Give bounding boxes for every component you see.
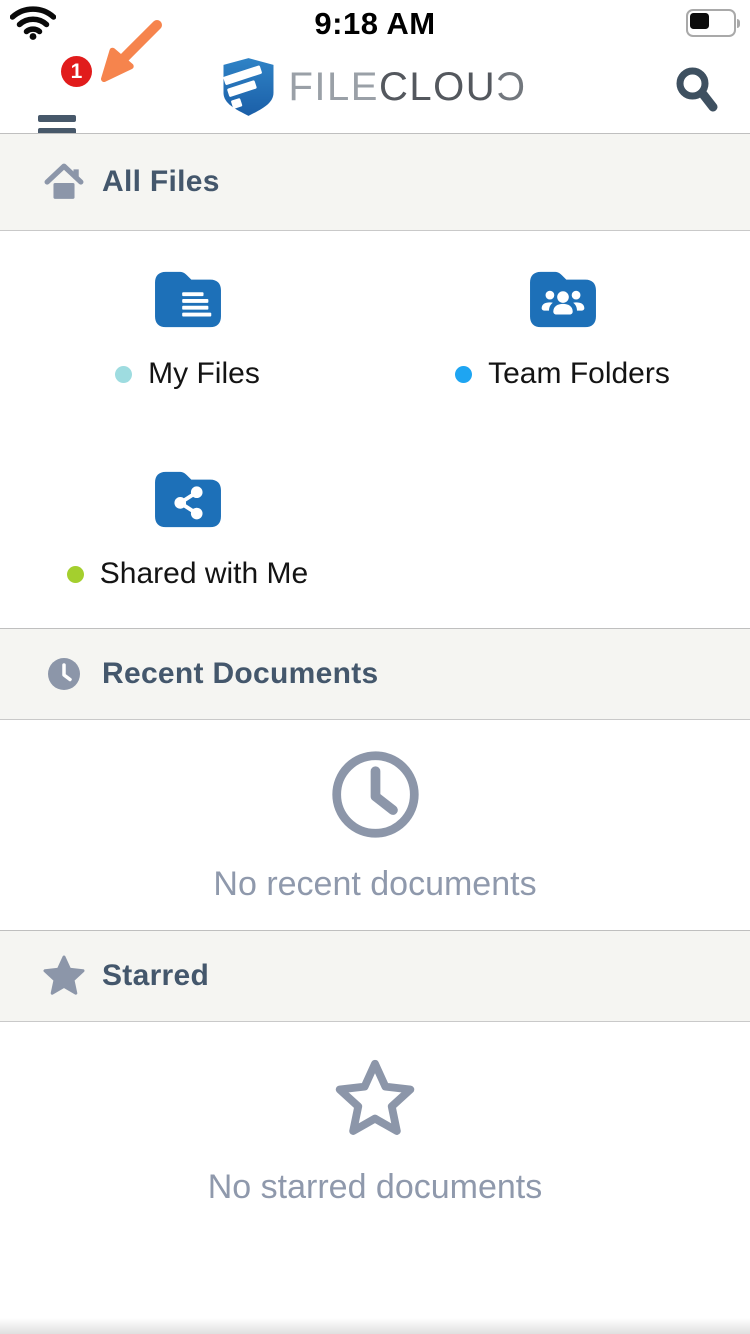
- empty-state-text: No starred documents: [208, 1168, 543, 1207]
- battery-tip: [737, 19, 740, 28]
- recent-empty-state: No recent documents: [0, 720, 750, 930]
- folder-label-row: Shared with Me: [67, 557, 308, 591]
- folder-tile-team-folders[interactable]: Team Folders: [375, 267, 750, 467]
- hamburger-menu-icon: [38, 115, 76, 122]
- logo-text-clou: CLOU: [379, 65, 496, 109]
- section-label: Starred: [102, 959, 209, 993]
- status-time: 9:18 AM: [0, 6, 750, 42]
- folder-label: My Files: [148, 357, 260, 391]
- starred-empty-state: No starred documents: [0, 1022, 750, 1312]
- section-header-starred: Starred: [0, 930, 750, 1022]
- folder-documents-icon: [148, 267, 228, 331]
- folder-label: Team Folders: [488, 357, 670, 391]
- folder-grid: My Files Team Folders: [0, 231, 750, 628]
- star-outline-icon: [326, 1052, 424, 1146]
- app-header: 1 F: [0, 45, 750, 133]
- logo-text-file: FILE: [288, 65, 378, 109]
- section-label: All Files: [102, 165, 220, 199]
- folder-label: Shared with Me: [100, 557, 308, 591]
- filecloud-app-screen: 9:18 AM 1: [0, 0, 750, 1334]
- search-icon: [675, 66, 719, 114]
- team-folders-dot: [455, 366, 472, 383]
- folder-shared-icon: [148, 467, 228, 531]
- filecloud-shield-icon: [223, 58, 273, 116]
- star-icon: [40, 954, 88, 998]
- section-header-all-files: All Files: [0, 133, 750, 231]
- search-button[interactable]: [675, 66, 719, 117]
- empty-state-text: No recent documents: [213, 865, 536, 904]
- filecloud-wordmark: FILECLOUƆ: [288, 65, 526, 110]
- my-files-dot: [115, 366, 132, 383]
- clock-outline-icon: [327, 746, 424, 843]
- folder-label-row: My Files: [115, 357, 260, 391]
- filecloud-logo: FILECLOUƆ: [223, 58, 526, 116]
- battery-body: [686, 9, 736, 37]
- section-label: Recent Documents: [102, 657, 379, 691]
- bottom-fade: [0, 1318, 750, 1334]
- folder-tile-my-files[interactable]: My Files: [0, 267, 375, 467]
- clock-icon: [40, 657, 88, 691]
- folder-team-icon: [523, 267, 603, 331]
- logo-text-open-d: Ɔ: [496, 65, 526, 109]
- folder-label-row: Team Folders: [455, 357, 670, 391]
- home-icon: [40, 163, 88, 201]
- notification-badge: 1: [61, 56, 92, 87]
- status-bar: 9:18 AM: [0, 0, 750, 45]
- shared-with-me-dot: [67, 566, 84, 583]
- battery-fill: [690, 13, 709, 29]
- battery-icon: [686, 9, 741, 37]
- section-header-recent-documents: Recent Documents: [0, 628, 750, 720]
